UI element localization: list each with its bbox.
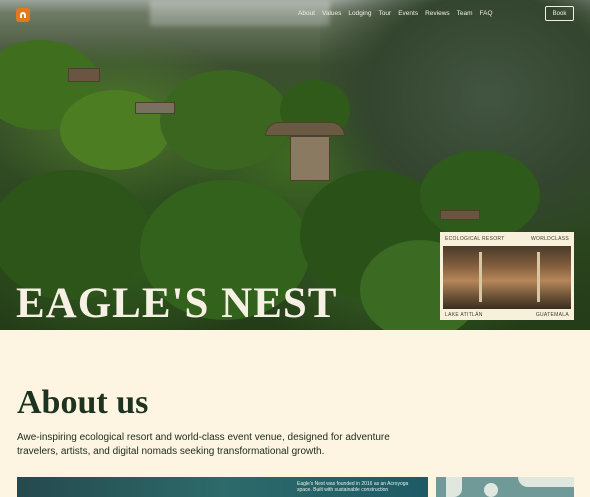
brand-logo[interactable] [16, 8, 30, 22]
banner-text: Eagle's Nest was founded in 2016 as an A… [297, 481, 409, 493]
nav-item-faq[interactable]: FAQ [480, 10, 493, 17]
pillar [537, 252, 540, 302]
card-header: ECOLOGICAL RESORT WORLDCLASS [440, 232, 574, 246]
tree-canopy [420, 150, 540, 240]
feature-card[interactable]: ECOLOGICAL RESORT WORLDCLASS LAKE ATITLÁ… [440, 232, 574, 320]
cabin [68, 68, 100, 82]
about-title: About us [17, 384, 149, 421]
top-nav: About Values Lodging Tour Events Reviews… [298, 10, 493, 17]
tree-house [290, 136, 330, 181]
pillar [479, 252, 482, 302]
map-land [446, 477, 462, 497]
card-label-right: WORLDCLASS [530, 236, 569, 242]
tree-canopy [160, 70, 290, 170]
nav-item-values[interactable]: Values [322, 10, 341, 17]
book-button[interactable]: Book [545, 6, 574, 21]
mountain-arch-icon [20, 12, 26, 18]
location-map[interactable] [436, 477, 574, 497]
card-footer: LAKE ATITLÁN GUATEMALA [440, 309, 574, 320]
nav-item-team[interactable]: Team [457, 10, 473, 17]
map-land [518, 477, 574, 487]
nav-item-events[interactable]: Events [398, 10, 418, 17]
cabin [135, 102, 175, 114]
about-description: Awe-inspiring ecological resort and worl… [17, 432, 390, 457]
nav-item-tour[interactable]: Tour [379, 10, 392, 17]
hero-section: About Values Lodging Tour Events Reviews… [0, 0, 590, 330]
hero-title: EAGLE'S NEST [16, 280, 338, 327]
tree-house-roof [265, 122, 345, 136]
map-land [484, 483, 498, 497]
card-country: GUATEMALA [535, 311, 569, 318]
nav-item-reviews[interactable]: Reviews [425, 10, 450, 17]
nav-item-lodging[interactable]: Lodging [348, 10, 371, 17]
about-image-banner: Eagle's Nest was founded in 2016 as an A… [17, 477, 428, 497]
card-location: LAKE ATITLÁN [445, 311, 483, 318]
venue-photo [443, 246, 571, 309]
card-label-left: ECOLOGICAL RESORT [445, 236, 505, 242]
nav-item-about[interactable]: About [298, 10, 315, 17]
cabin [440, 210, 480, 220]
